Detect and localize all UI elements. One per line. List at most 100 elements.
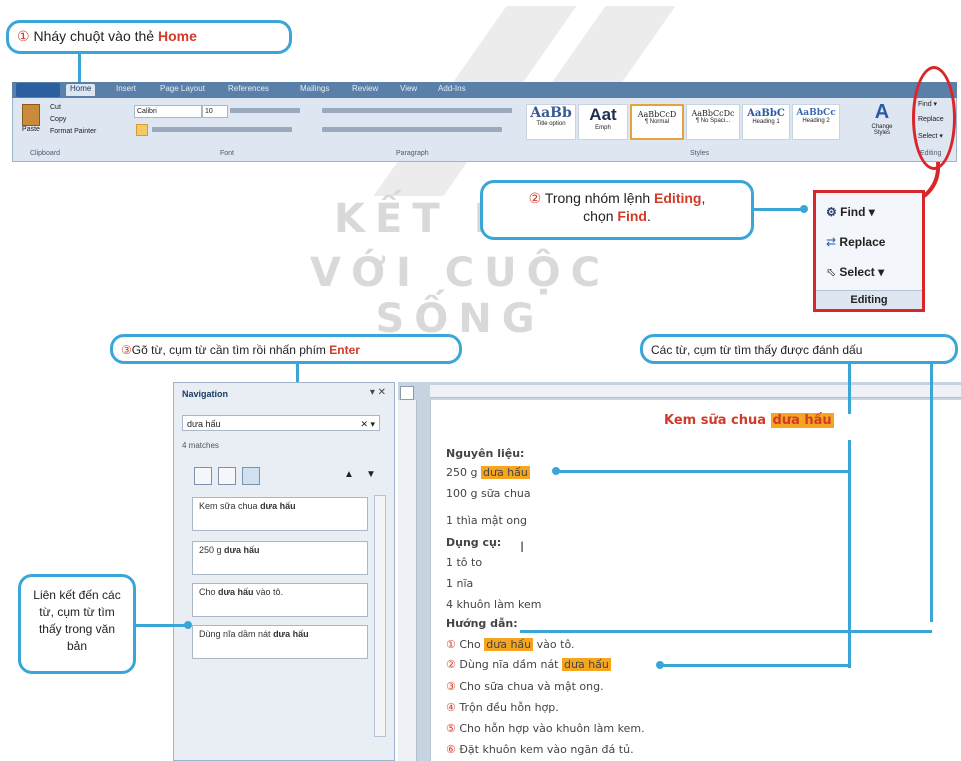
doc-text: Kem sữa chua [664, 413, 771, 428]
group-label-font: Font [220, 150, 235, 157]
format-painter-button[interactable]: Format Painter [50, 128, 96, 135]
replace-icon: ⇄ [826, 235, 837, 249]
style-gallery-item-selected[interactable]: AaBbCcD ¶ Normal [630, 104, 684, 140]
style-preview: AaBb [530, 105, 572, 121]
style-name: Title option [536, 121, 566, 127]
callout-found-words: Các từ, cụm từ tìm thấy được đánh dấu [640, 334, 958, 364]
nav-title: Navigation [182, 389, 229, 399]
style-gallery-item[interactable]: AaBb Title option [526, 104, 576, 140]
nav-view-pages-icon[interactable] [218, 467, 236, 485]
result-text: Kem sữa chua [199, 501, 261, 511]
connector-dot [552, 467, 560, 475]
doc-text: Cho [459, 638, 485, 651]
style-gallery-item[interactable]: AaBbCcDc ¶ No Spaci... [686, 104, 740, 140]
style-gallery-item[interactable]: AaBbCc Heading 2 [792, 104, 840, 140]
clear-search-icon[interactable]: ✕ ▾ [360, 416, 375, 432]
style-name: ¶ No Spaci... [695, 118, 731, 124]
connector-dot [800, 205, 808, 213]
style-preview: AaBbCcDc [691, 109, 735, 118]
tab-page-layout[interactable]: Page Layout [160, 84, 205, 96]
doc-text: vào tô. [533, 638, 575, 651]
step-number: ⑤ [446, 722, 456, 735]
result-text: Dùng nĩa dầm nát [199, 629, 274, 639]
style-name: ¶ Normal [644, 119, 670, 125]
nav-view-headings-icon[interactable] [194, 467, 212, 485]
nav-close-icon[interactable]: ▾ ✕ [370, 387, 386, 398]
highlighted-match: dưa hấu [562, 658, 611, 671]
step-number: ③ [446, 680, 456, 693]
result-match: dưa hấu [218, 587, 254, 597]
tab-references[interactable]: References [228, 84, 269, 96]
tab-home[interactable]: Home [66, 84, 96, 96]
callout-text: chọn [583, 208, 618, 224]
select-button[interactable]: ⬁ Select ▾ [826, 263, 884, 281]
nav-result-item[interactable]: Dùng nĩa dầm nát dưa hấu [192, 625, 368, 659]
steps-heading: Hướng dẫn: [446, 617, 518, 630]
callout-text: , [701, 190, 706, 206]
tab-mailings[interactable]: Mailings [300, 84, 329, 96]
font-size-select[interactable]: 10 [202, 105, 228, 118]
callout-step3: ③Gõ từ, cụm từ cần tìm rồi nhấn phím Ent… [110, 334, 462, 364]
office-button[interactable] [16, 83, 60, 97]
find-button[interactable]: ⚙ Find ▾ [826, 203, 875, 221]
style-preview: AaBbCc [796, 108, 836, 118]
tab-add-ins[interactable]: Add-Ins [438, 84, 466, 96]
bold-button[interactable] [136, 124, 148, 136]
font-tools [152, 127, 292, 132]
tool-line: 1 tô to [446, 556, 483, 569]
doc-text: Dùng nĩa dầm nát [459, 658, 562, 671]
style-preview: AaBbC [747, 108, 785, 119]
change-styles-icon: A [874, 101, 890, 123]
connector-line [660, 664, 851, 667]
nav-view-results-icon[interactable] [242, 467, 260, 485]
tab-insert[interactable]: Insert [116, 84, 136, 96]
connector-line [556, 470, 851, 473]
nav-result-item[interactable]: 250 g dưa hấu [192, 541, 368, 575]
connector-line [754, 208, 804, 211]
style-name: Heading 1 [752, 119, 780, 125]
nav-result-item[interactable]: Cho dưa hấu vào tô. [192, 583, 368, 617]
editing-group-label: Editing [816, 290, 922, 309]
step-line: ④ Trộn đều hỗn hợp. [446, 701, 559, 714]
style-gallery-item[interactable]: Aat Emph [578, 104, 628, 140]
replace-label: Replace [839, 235, 886, 249]
font-name-select[interactable]: Calibri [134, 105, 202, 118]
step-number: ③ [121, 343, 132, 357]
paste-label: Paste [22, 126, 40, 133]
style-preview: AaBbCcD [637, 110, 677, 119]
callout-text: Liên kết đến các từ, cụm từ tìm thấy tro… [33, 588, 121, 653]
step-line: ⑥ Đặt khuôn kem vào ngăn đá tủ. [446, 743, 634, 756]
callout-highlight: Find [617, 208, 647, 224]
callout-text: . [646, 208, 651, 224]
step-line: ⑤ Cho hỗn hợp vào khuôn làm kem. [446, 722, 645, 735]
doc-text: Cho sữa chua và mật ong. [459, 680, 604, 693]
navigation-pane: Navigation ▾ ✕ dưa hấu ✕ ▾ 4 matches ▲ ▼… [173, 382, 395, 761]
tab-review[interactable]: Review [352, 84, 378, 96]
nav-prev-icon[interactable]: ▲ [344, 469, 354, 480]
style-name: Heading 2 [802, 118, 830, 124]
change-styles-button[interactable]: A Change Styles [864, 100, 900, 144]
tool-line: 1 nĩa [446, 577, 474, 590]
font-size-value: 10 [205, 108, 213, 115]
nav-result-item[interactable]: Kem sữa chua dưa hấu [192, 497, 368, 531]
step-number: ④ [446, 701, 456, 714]
doc-text: Cho hỗn hợp vào khuôn làm kem. [459, 722, 645, 735]
nav-scrollbar[interactable] [374, 495, 386, 737]
vertical-ruler [398, 400, 417, 761]
style-preview: Aat [589, 105, 617, 124]
callout-text: Trong nhóm lệnh [544, 190, 655, 206]
step-number: ② [528, 190, 542, 206]
nav-next-icon[interactable]: ▼ [366, 469, 376, 480]
callout-step2: ② Trong nhóm lệnh Editing, chọn Find. [480, 180, 754, 240]
cut-button[interactable]: Cut [50, 104, 61, 111]
tab-view[interactable]: View [400, 84, 417, 96]
result-text: Cho [199, 587, 219, 597]
nav-search-input[interactable]: dưa hấu ✕ ▾ [182, 415, 380, 431]
paste-button[interactable]: Paste [20, 104, 42, 140]
style-gallery-item[interactable]: AaBbC Heading 1 [742, 104, 790, 140]
ruler-corner-icon[interactable] [400, 386, 414, 400]
copy-button[interactable]: Copy [50, 116, 66, 123]
highlighted-match: dưa hấu [480, 466, 530, 479]
connector-line [520, 630, 932, 633]
replace-button[interactable]: ⇄ Replace [826, 233, 885, 251]
